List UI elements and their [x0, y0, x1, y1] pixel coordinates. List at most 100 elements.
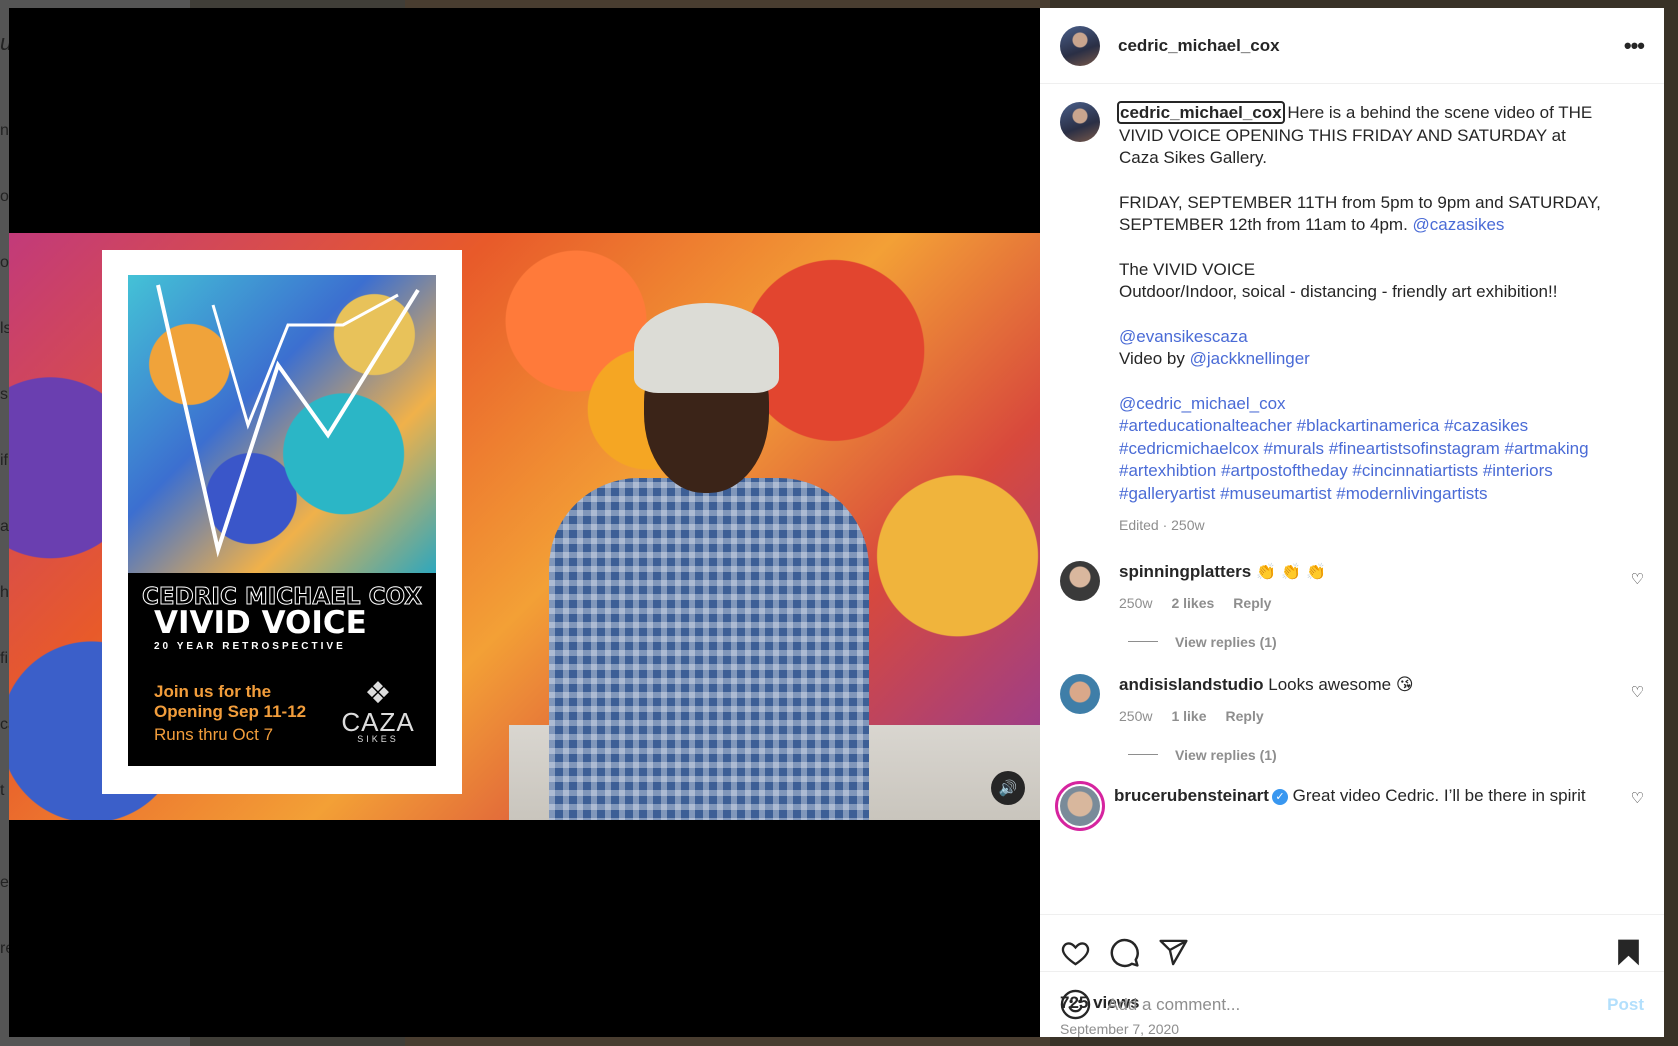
backdrop-letter: o [0, 254, 9, 271]
emoji-icon[interactable] [1060, 989, 1091, 1020]
more-options-icon[interactable]: ••• [1624, 33, 1645, 59]
like-comment-heart-icon[interactable]: ♡ [1631, 789, 1644, 807]
verified-badge-icon: ✓ [1271, 788, 1288, 805]
comment-likes[interactable]: 2 likes [1171, 595, 1214, 611]
post-modal: CEDRIC MICHAEL COX VIVID VOICE 20 YEAR R… [9, 8, 1664, 1037]
poster-artwork [128, 275, 436, 573]
replies-divider [1128, 641, 1158, 642]
video-player[interactable]: CEDRIC MICHAEL COX VIVID VOICE 20 YEAR R… [9, 233, 1040, 820]
comment-time[interactable]: 250w [1119, 595, 1152, 611]
comment-time[interactable]: 250w [1119, 708, 1152, 724]
speaker-icon[interactable]: 🔊 [991, 771, 1025, 805]
like-comment-heart-icon[interactable]: ♡ [1631, 570, 1644, 588]
avatar [1060, 785, 1100, 826]
reply-button[interactable]: Reply [1226, 708, 1264, 724]
caption-username[interactable]: cedric_michael_cox [1117, 101, 1285, 124]
hashtag-line[interactable]: #galleryartist #museumartist #modernlivi… [1119, 483, 1609, 506]
like-comment-heart-icon[interactable]: ♡ [1631, 683, 1644, 701]
comment-line: brucerubensteinart ✓ Great video Cedric. … [1114, 785, 1594, 807]
post-details-panel: cedric_michael_cox ••• cedric_michael_co… [1040, 8, 1664, 1037]
bookmark-icon[interactable] [1613, 937, 1644, 968]
comment: andisislandstudio Looks awesome 😘 250w 1 … [1060, 673, 1644, 727]
backdrop-letter: t [0, 782, 5, 799]
comment-text: 👏 👏 👏 [1255, 561, 1326, 581]
avatar[interactable] [1060, 673, 1100, 714]
post-media[interactable]: CEDRIC MICHAEL COX VIVID VOICE 20 YEAR R… [9, 8, 1040, 1037]
comment-text: Looks awesome 😘 [1268, 674, 1414, 694]
comments-list[interactable]: cedric_michael_cox Here is a behind the … [1040, 84, 1664, 914]
caption-text: Video by [1119, 349, 1185, 368]
backdrop-letter: a [0, 518, 9, 535]
comment-meta: 250w 2 likes Reply [1119, 592, 1599, 614]
view-replies-button[interactable]: View replies (1) [1128, 747, 1644, 763]
poster-info: CEDRIC MICHAEL COX VIVID VOICE 20 YEAR R… [128, 573, 436, 766]
person-beanie [634, 303, 779, 393]
replies-divider [1128, 754, 1158, 755]
comment-meta: 250w 1 like Reply [1119, 705, 1599, 727]
backdrop-letter: h [0, 584, 9, 601]
post-author-username[interactable]: cedric_michael_cox [1118, 36, 1280, 56]
caption-body: cedric_michael_cox Here is a behind the … [1117, 101, 1609, 537]
event-poster: CEDRIC MICHAEL COX VIVID VOICE 20 YEAR R… [102, 250, 462, 794]
comment-composer: Post [1040, 971, 1664, 1037]
backdrop-letter: if [0, 452, 8, 469]
caza-sikes-logo: ❖ CAZA SIKES [338, 677, 418, 745]
poster-title: VIVID VOICE [154, 605, 367, 641]
comment-input[interactable] [1107, 994, 1608, 1015]
caption-paragraph: The VIVID VOICE Outdoor/Indoor, soical -… [1119, 259, 1609, 304]
comment-username[interactable]: andisislandstudio [1119, 675, 1264, 694]
caption-credit: Video by @jackknellinger [1119, 348, 1609, 371]
logo-mark-icon: ❖ [364, 677, 392, 710]
heart-icon[interactable] [1060, 937, 1091, 968]
poster-w-logo [156, 284, 420, 558]
mention-link[interactable]: @evansikescaza [1119, 326, 1609, 349]
comment: spinningplatters 👏 👏 👏 250w 2 likes Reply … [1060, 560, 1644, 614]
comment-line: andisislandstudio Looks awesome 😘 [1119, 674, 1599, 696]
mention-link[interactable]: @cazasikes [1413, 215, 1505, 234]
caption-text: FRIDAY, SEPTEMBER 11TH from 5pm to 9pm a… [1119, 192, 1601, 235]
person-shirt [549, 478, 869, 820]
backdrop-letter: n [0, 122, 9, 139]
poster-subtitle: 20 YEAR RETROSPECTIVE [154, 641, 346, 652]
comment-username[interactable]: spinningplatters [1119, 562, 1251, 581]
comment-text: Great video Cedric. I’ll be there in spi… [1292, 785, 1586, 805]
comment-likes[interactable]: 1 like [1171, 708, 1206, 724]
story-ring[interactable] [1055, 780, 1105, 831]
mention-link[interactable]: @cedric_michael_cox [1119, 393, 1609, 416]
logo-brand: CAZA [341, 707, 415, 737]
caption-text: The VIVID VOICE [1119, 259, 1256, 279]
view-replies-label: View replies (1) [1175, 633, 1277, 650]
avatar[interactable] [1060, 102, 1100, 142]
poster-join-text: Join us for the Opening Sep 11-12 [154, 682, 334, 722]
caption-meta: Edited · 250w [1119, 517, 1205, 533]
avatar[interactable] [1060, 560, 1100, 601]
post-caption: cedric_michael_cox Here is a behind the … [1060, 101, 1644, 537]
comment-icon[interactable] [1109, 937, 1140, 968]
caption-paragraph: FRIDAY, SEPTEMBER 11TH from 5pm to 9pm a… [1119, 192, 1609, 237]
reply-button[interactable]: Reply [1233, 595, 1271, 611]
backdrop-letter: o [0, 188, 9, 205]
view-replies-button[interactable]: View replies (1) [1128, 634, 1644, 650]
caption-paragraph: @evansikescaza Video by @jackknellinger [1119, 326, 1609, 371]
hashtag-line[interactable]: #cedricmichaelcox #murals #fineartistsof… [1119, 438, 1609, 461]
share-icon[interactable] [1158, 937, 1189, 968]
poster-join-line: Opening Sep 11-12 [154, 702, 307, 721]
avatar[interactable] [1060, 25, 1100, 66]
view-replies-label: View replies (1) [1175, 746, 1277, 763]
caption-text: Outdoor/Indoor, soical - distancing - fr… [1119, 282, 1558, 301]
video-person [534, 268, 869, 820]
backdrop-letter: fi [0, 650, 8, 667]
comment-body: andisislandstudio Looks awesome 😘 250w 1 … [1119, 674, 1599, 727]
caption-intro: cedric_michael_cox Here is a behind the … [1117, 101, 1609, 170]
caption-hashtags: @cedric_michael_cox #arteducationalteach… [1119, 393, 1609, 506]
comment-username[interactable]: brucerubensteinart [1114, 786, 1269, 805]
hashtag-line[interactable]: #artexhibtion #artpostoftheday #cincinna… [1119, 460, 1609, 483]
poster-join-line: Join us for the [154, 682, 272, 701]
hashtag-line[interactable]: #arteducationalteacher #blackartinameric… [1119, 415, 1609, 438]
mention-link[interactable]: @jackknellinger [1190, 349, 1310, 368]
comment-body: spinningplatters 👏 👏 👏 250w 2 likes Reply [1119, 561, 1599, 614]
comment-body: brucerubensteinart ✓ Great video Cedric. … [1114, 781, 1594, 831]
comment-line: spinningplatters 👏 👏 👏 [1119, 561, 1599, 583]
post-header: cedric_michael_cox ••• [1040, 8, 1664, 84]
post-comment-button[interactable]: Post [1607, 995, 1644, 1015]
